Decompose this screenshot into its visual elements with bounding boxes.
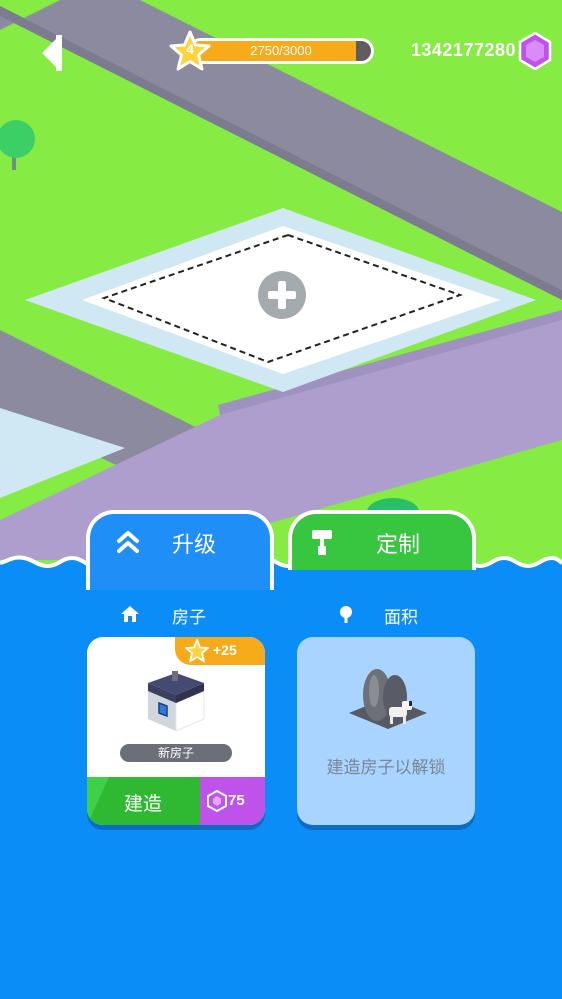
tab-customize-label: 定制 bbox=[376, 533, 421, 558]
game-scene bbox=[0, 0, 562, 999]
house-name: 新房子 bbox=[120, 744, 232, 762]
gem-icon bbox=[207, 790, 227, 812]
tab-upgrade[interactable]: 升级 bbox=[86, 510, 274, 590]
section-house-label: 房子 bbox=[172, 608, 206, 628]
paint-roller-icon bbox=[312, 530, 332, 555]
xp-meter: 2750/3000 4 bbox=[168, 30, 378, 74]
new-house-card[interactable]: +25 新房子 建造 75 bbox=[87, 637, 265, 825]
reward-text: +25 bbox=[213, 642, 237, 658]
tree-icon bbox=[340, 606, 352, 623]
gem-cost: 75 bbox=[228, 792, 245, 809]
gem-icon bbox=[518, 32, 552, 70]
gem-cost-button[interactable]: 75 bbox=[200, 777, 265, 825]
rock-dog-tile-icon bbox=[349, 669, 427, 729]
level-number: 4 bbox=[186, 41, 194, 57]
build-button[interactable]: 建造 bbox=[87, 777, 200, 825]
reward-badge: +25 bbox=[175, 637, 265, 665]
water bbox=[0, 557, 562, 999]
build-button-label: 建造 bbox=[124, 793, 163, 815]
house-icon-large bbox=[148, 671, 205, 732]
add-plot-button[interactable] bbox=[257, 270, 307, 320]
tab-upgrade-label: 升级 bbox=[172, 533, 217, 558]
xp-progress-bar: 2750/3000 bbox=[188, 38, 374, 64]
gems-count: 1342177280 bbox=[410, 40, 516, 60]
chevrons-up-icon bbox=[117, 531, 139, 553]
section-area-label: 面积 bbox=[384, 608, 418, 628]
area-card-locked: 建造房子以解锁 bbox=[297, 637, 475, 825]
xp-text: 2750/3000 bbox=[250, 43, 312, 58]
top-hud: 2750/3000 4 1342177280 bbox=[0, 0, 562, 100]
tab-customize[interactable]: 定制 bbox=[288, 510, 476, 570]
unlock-hint: 建造房子以解锁 bbox=[326, 758, 446, 778]
star-icon bbox=[185, 639, 209, 663]
back-arrow-icon[interactable] bbox=[38, 32, 68, 74]
house-icon bbox=[121, 606, 139, 622]
